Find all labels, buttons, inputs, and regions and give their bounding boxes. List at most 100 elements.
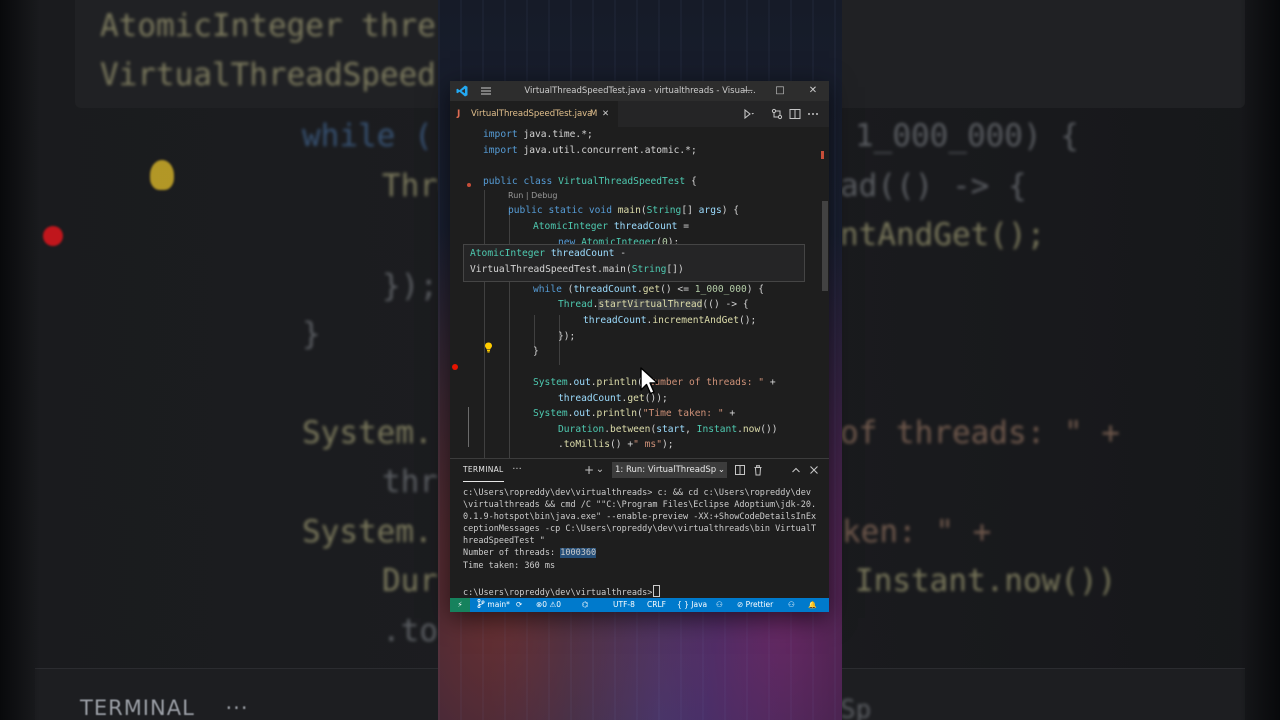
title-bar: VirtualThreadSpeedTest.java - virtualthr…: [450, 81, 829, 101]
java-file-icon: J: [457, 109, 461, 119]
background-code-line: Instant.now()): [855, 563, 1117, 599]
breakpoint-icon[interactable]: [452, 364, 458, 370]
code-line: threadCount.incrementAndGet();: [583, 315, 757, 326]
background-code-line: VirtualThreadSpeed: [100, 57, 436, 93]
code-line: AtomicInteger threadCount =: [533, 221, 689, 232]
background-code-line: 1_000_000) {: [855, 118, 1079, 154]
lightbulb-icon[interactable]: [484, 342, 493, 353]
remote-indicator-icon[interactable]: ⚡: [450, 598, 470, 612]
close-tab-button[interactable]: ✕: [602, 101, 609, 127]
more-actions-icon[interactable]: [806, 107, 820, 121]
maximize-panel-icon[interactable]: [790, 464, 802, 476]
code-line: Duration.between(start, Instant.now()): [558, 424, 778, 435]
background-code-line: Sp: [840, 695, 872, 720]
background-code-line: Dur: [382, 563, 438, 599]
git-branch-icon: [477, 598, 485, 609]
indent-guide: [534, 315, 535, 347]
code-line: System.out.println("Time taken: " +: [533, 408, 736, 419]
check-double-icon: ⊘: [737, 600, 746, 609]
vscode-window: VirtualThreadSpeedTest.java - virtualthr…: [450, 81, 829, 612]
language-mode-indicator[interactable]: { } Java: [677, 598, 707, 612]
background-code-line: of threads: " +: [840, 415, 1120, 451]
background-code-line: }: [302, 316, 321, 352]
terminal-select[interactable]: 1: Run: VirtualThreadSp ⌄: [612, 462, 727, 478]
chevron-down-icon: ⌄: [717, 465, 725, 475]
hover-line: VirtualThreadSpeedTest.main(String[]): [470, 264, 684, 275]
terminal-panel: TERMINAL ··· + ⌄ 1: Run: VirtualThreadSp…: [450, 458, 829, 599]
code-line: public class VirtualThreadSpeedTest {: [483, 176, 697, 187]
tab-filename: VirtualThreadSpeedTest.java: [471, 109, 593, 119]
panel-more-icon[interactable]: ···: [510, 459, 524, 481]
maximize-button[interactable]: □: [765, 81, 795, 101]
terminal-output[interactable]: c:\Users\ropreddy\dev\virtualthreads> c:…: [463, 487, 818, 572]
code-editor[interactable]: import java.time.*; import java.util.con…: [450, 127, 829, 458]
vscode-logo-icon: [456, 85, 468, 97]
terminal-command: c:\Users\ropreddy\dev\virtualthreads> c:…: [463, 488, 817, 547]
live-share-icon[interactable]: ⚇: [788, 598, 795, 612]
minimize-button[interactable]: —: [733, 81, 763, 101]
gutter-change-marker: [467, 183, 471, 187]
hover-tooltip: AtomicInteger threadCount - VirtualThrea…: [463, 244, 805, 282]
code-line: import java.util.concurrent.atomic.*;: [483, 145, 697, 156]
modified-indicator: M: [590, 109, 598, 119]
code-line: while (threadCount.get() <= 1_000_000) {: [533, 284, 765, 295]
code-line: import java.time.*;: [483, 129, 593, 140]
hover-line: AtomicInteger threadCount -: [470, 248, 626, 259]
terminal-cursor: [653, 585, 661, 597]
encoding-indicator[interactable]: UTF-8: [613, 598, 635, 612]
sync-icon[interactable]: ⟳: [516, 598, 522, 612]
code-line: Thread.startVirtualThread(() -> {: [558, 299, 749, 310]
git-branch-indicator[interactable]: main*: [477, 598, 510, 612]
bell-icon[interactable]: 🔔: [808, 598, 817, 612]
code-line: public static void main(String[] args) {: [508, 205, 740, 216]
split-editor-icon[interactable]: [788, 107, 802, 121]
problems-indicator[interactable]: ⊗0 ⚠0: [536, 598, 561, 612]
background-code-line: ken: " +: [842, 514, 992, 550]
background-code-line: while (: [302, 118, 433, 154]
background-code-line: System.: [302, 415, 433, 451]
prettier-indicator[interactable]: ⊘ Prettier: [737, 598, 773, 612]
terminal-select-value: 1: Run: VirtualThreadSp: [615, 465, 717, 475]
terminal-result-time: Time taken: 360 ms: [463, 560, 556, 571]
window-title: VirtualThreadSpeedTest.java - virtualthr…: [524, 86, 756, 96]
background-vignette: [1240, 0, 1280, 720]
background-lightbulb-icon: [150, 160, 174, 190]
copilot-icon[interactable]: ⚇: [716, 598, 723, 612]
terminal-result-threads: Number of threads: 1000360: [463, 548, 597, 559]
mouse-pointer-icon: [640, 367, 659, 395]
code-line: .toMillis() +" ms");: [558, 439, 674, 450]
close-panel-icon[interactable]: [808, 464, 820, 476]
editor-scrollbar[interactable]: [821, 127, 829, 458]
tab-terminal[interactable]: TERMINAL: [463, 459, 504, 482]
background-code-line: thr: [382, 464, 438, 500]
hamburger-menu-icon[interactable]: [480, 85, 492, 97]
run-debug-icon[interactable]: [742, 107, 756, 121]
editor-tab-bar: J VirtualThreadSpeedTest.java M ✕: [450, 101, 829, 127]
background-terminal-label: TERMINAL ···: [80, 696, 249, 720]
terminal-panel-header: TERMINAL ··· + ⌄ 1: Run: VirtualThreadSp…: [450, 459, 829, 482]
background-code-line: AtomicInteger thre: [100, 8, 436, 44]
new-terminal-button[interactable]: +: [583, 459, 595, 481]
terminal-profile-dropdown[interactable]: ⌄: [595, 459, 605, 481]
status-bar: ⚡ main* ⟳ ⊗0 ⚠0 ⌬ UTF-8 CRLF { } Java ⚇ …: [450, 598, 829, 612]
compare-changes-icon[interactable]: [770, 107, 784, 121]
split-terminal-icon[interactable]: [734, 464, 746, 476]
background-code-line: ad(() -> {: [840, 168, 1027, 204]
background-vignette: [0, 0, 40, 720]
background-code-line: System.: [302, 514, 433, 550]
background-code-line: ntAndGet();: [840, 217, 1046, 253]
scrollbar-thumb[interactable]: [822, 201, 828, 291]
run-debug-codelens[interactable]: Run | Debug: [508, 191, 557, 200]
background-code-line: .to: [382, 613, 438, 649]
editor-tab-virtualthreadspeedtest[interactable]: J VirtualThreadSpeedTest.java M ✕: [450, 101, 618, 127]
code-line: });: [558, 331, 576, 342]
trash-icon[interactable]: [752, 464, 764, 476]
indent-guide: [468, 407, 469, 447]
background-breakpoint-icon: [43, 226, 63, 246]
terminal-prompt[interactable]: c:\Users\ropreddy\dev\virtualthreads>: [463, 585, 661, 599]
indent-guide: [484, 190, 485, 458]
debug-icon[interactable]: ⌬: [582, 598, 589, 612]
close-window-button[interactable]: ✕: [798, 81, 828, 101]
code-line: }: [533, 346, 539, 357]
eol-indicator[interactable]: CRLF: [647, 598, 666, 612]
